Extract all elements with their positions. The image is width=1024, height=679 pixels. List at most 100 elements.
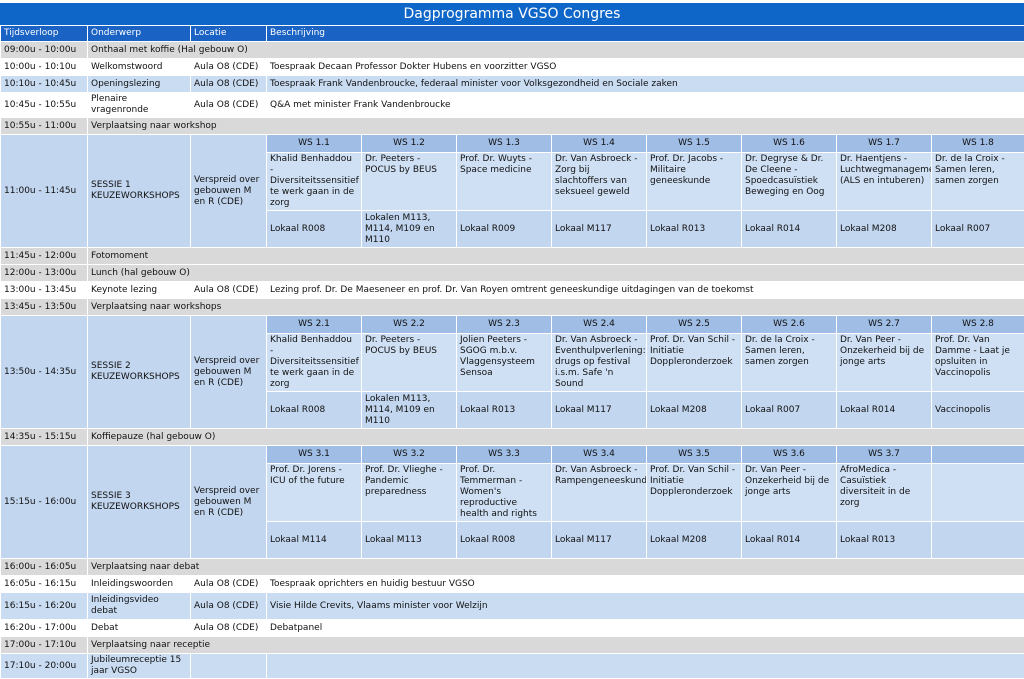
workshop-room: Lokaal M208 [837, 211, 932, 248]
workshop-room: Lokaal R014 [742, 211, 837, 248]
session-time: 13:50u - 14:35u [1, 316, 88, 429]
workshop-code: WS 1.2 [362, 135, 457, 153]
row-subject: Lunch (hal gebouw O) [88, 265, 1024, 282]
row-subject: Keynote lezing [88, 282, 191, 299]
workshop-room: Lokalen M113, M114, M109 en M110 [362, 392, 457, 429]
workshop-room: Lokaal M208 [647, 392, 742, 429]
row-description: Visie Hilde Crevits, Vlaams minister voo… [267, 593, 1024, 620]
workshop-code: WS 2.1 [267, 316, 362, 334]
session-time: 15:15u - 16:00u [1, 446, 88, 559]
row-location: Aula O8 (CDE) [191, 59, 267, 76]
workshop-room: Vaccinopolis [932, 392, 1024, 429]
workshop-room: Lokaal M117 [552, 522, 647, 559]
workshop-description [932, 464, 1024, 522]
row-subject: Koffiepauze (hal gebouw O) [88, 429, 1024, 446]
row-time: 10:45u - 10:55u [1, 93, 88, 118]
workshop-code: WS 2.2 [362, 316, 457, 334]
program-page: Dagprogramma VGSO Congres Tijdsverloop O… [0, 0, 1024, 647]
workshop-code: WS 1.5 [647, 135, 742, 153]
row-location: Aula O8 (CDE) [191, 593, 267, 620]
program-row: 11:45u - 12:00uFotomoment [1, 248, 1024, 265]
workshop-description: Dr. Van Asbroeck - Rampengeneeskunde [552, 464, 647, 522]
workshop-description: Dr. Degryse & Dr. De Cleene - Spoedcasuï… [742, 153, 837, 211]
session-row: 11:00u - 11:45uSESSIE 1 KEUZEWORKSHOPSVe… [1, 135, 1024, 153]
program-row: 09:00u - 10:00uOnthaal met koffie (Hal g… [1, 42, 1024, 59]
row-subject: Onthaal met koffie (Hal gebouw O) [88, 42, 1024, 59]
row-time: 14:35u - 15:15u [1, 429, 88, 446]
row-time: 16:15u - 16:20u [1, 593, 88, 620]
program-row: 14:35u - 15:15uKoffiepauze (hal gebouw O… [1, 429, 1024, 446]
workshop-description: Prof. Dr. Van Schil - Initiatie Dopplero… [647, 334, 742, 392]
row-time: 16:00u - 16:05u [1, 559, 88, 576]
workshop-description: Prof. Dr. Wuyts - Space medicine [457, 153, 552, 211]
workshop-room: Lokaal R013 [457, 392, 552, 429]
row-location: Aula O8 (CDE) [191, 93, 267, 118]
workshop-code [932, 446, 1024, 464]
program-row: 10:45u - 10:55uPlenaire vragenrondeAula … [1, 93, 1024, 118]
session-row: 13:50u - 14:35uSESSIE 2 KEUZEWORKSHOPSVe… [1, 316, 1024, 334]
row-description: Q&A met minister Frank Vandenbroucke [267, 93, 1024, 118]
workshop-code: WS 1.7 [837, 135, 932, 153]
row-location [191, 654, 267, 679]
workshop-description: Dr. Van Peer - Onzekerheid bij de jonge … [837, 334, 932, 392]
row-time: 10:55u - 11:00u [1, 118, 88, 135]
workshop-code: WS 3.5 [647, 446, 742, 464]
workshop-code: WS 2.8 [932, 316, 1024, 334]
session-name: SESSIE 2 KEUZEWORKSHOPS [88, 316, 191, 429]
header-subject: Onderwerp [88, 26, 191, 42]
row-description: Debatpanel [267, 620, 1024, 637]
header-time: Tijdsverloop [1, 26, 88, 42]
workshop-room: Lokaal R013 [647, 211, 742, 248]
program-row: 16:20u - 17:00uDebatAula O8 (CDE)Debatpa… [1, 620, 1024, 637]
row-time: 10:00u - 10:10u [1, 59, 88, 76]
row-description: Toespraak Decaan Professor Dokter Hubens… [267, 59, 1024, 76]
page-title: Dagprogramma VGSO Congres [0, 3, 1024, 25]
workshop-room: Lokaal M114 [267, 522, 362, 559]
program-row: 10:55u - 11:00uVerplaatsing naar worksho… [1, 118, 1024, 135]
workshop-code: WS 1.8 [932, 135, 1024, 153]
row-time: 17:00u - 17:10u [1, 637, 88, 654]
workshop-description: Prof. Dr. Van Damme - Laat je opsluiten … [932, 334, 1024, 392]
workshop-room: Lokaal M117 [552, 211, 647, 248]
workshop-room: Lokaal R014 [742, 522, 837, 559]
row-time: 16:20u - 17:00u [1, 620, 88, 637]
workshop-description: Dr. Van Asbroeck - Eventhulpverlening: d… [552, 334, 647, 392]
workshop-room: Lokaal R008 [267, 211, 362, 248]
row-subject: Openingslezing [88, 76, 191, 93]
row-time: 13:00u - 13:45u [1, 282, 88, 299]
row-time: 11:45u - 12:00u [1, 248, 88, 265]
workshop-description: AfroMedica - Casuïstiek diversiteit in d… [837, 464, 932, 522]
program-row: 16:00u - 16:05uVerplaatsing naar debat [1, 559, 1024, 576]
workshop-code: WS 1.6 [742, 135, 837, 153]
row-location: Aula O8 (CDE) [191, 576, 267, 593]
program-row: 13:00u - 13:45uKeynote lezingAula O8 (CD… [1, 282, 1024, 299]
workshop-description: Dr. Van Peer - Onzekerheid bij de jonge … [742, 464, 837, 522]
row-time: 17:10u - 20:00u [1, 654, 88, 679]
row-subject: Jubileumreceptie 15 jaar VGSO [88, 654, 191, 679]
workshop-description: Dr. Peeters - POCUS by BEUS [362, 153, 457, 211]
session-name: SESSIE 3 KEUZEWORKSHOPS [88, 446, 191, 559]
program-row: 17:10u - 20:00uJubileumreceptie 15 jaar … [1, 654, 1024, 679]
program-row: 13:45u - 13:50uVerplaatsing naar worksho… [1, 299, 1024, 316]
workshop-description: Prof. Dr. Jorens - ICU of the future [267, 464, 362, 522]
workshop-code: WS 2.4 [552, 316, 647, 334]
row-description: Toespraak Frank Vandenbroucke, federaal … [267, 76, 1024, 93]
row-location: Aula O8 (CDE) [191, 620, 267, 637]
workshop-room: Lokaal R009 [457, 211, 552, 248]
workshop-room: Lokaal R008 [267, 392, 362, 429]
session-location: Verspreid over gebouwen M en R (CDE) [191, 135, 267, 248]
workshop-code: WS 1.4 [552, 135, 647, 153]
workshop-description: Dr. Haentjens - Luchtwegmanagement (ALS … [837, 153, 932, 211]
workshop-code: WS 3.2 [362, 446, 457, 464]
workshop-description: Prof. Dr. Temmerman - Women's reproducti… [457, 464, 552, 522]
row-time: 10:10u - 10:45u [1, 76, 88, 93]
workshop-description: Dr. Peeters - POCUS by BEUS [362, 334, 457, 392]
workshop-room: Lokaal R007 [742, 392, 837, 429]
workshop-room: Lokaal R008 [457, 522, 552, 559]
row-subject: Verplaatsing naar workshop [88, 118, 1024, 135]
row-description: Lezing prof. Dr. De Maeseneer en prof. D… [267, 282, 1024, 299]
program-table: Tijdsverloop Onderwerp Locatie Beschrijv… [0, 25, 1024, 679]
workshop-room: Lokaal R014 [837, 392, 932, 429]
workshop-room: Lokaal M117 [552, 392, 647, 429]
workshop-code: WS 2.3 [457, 316, 552, 334]
